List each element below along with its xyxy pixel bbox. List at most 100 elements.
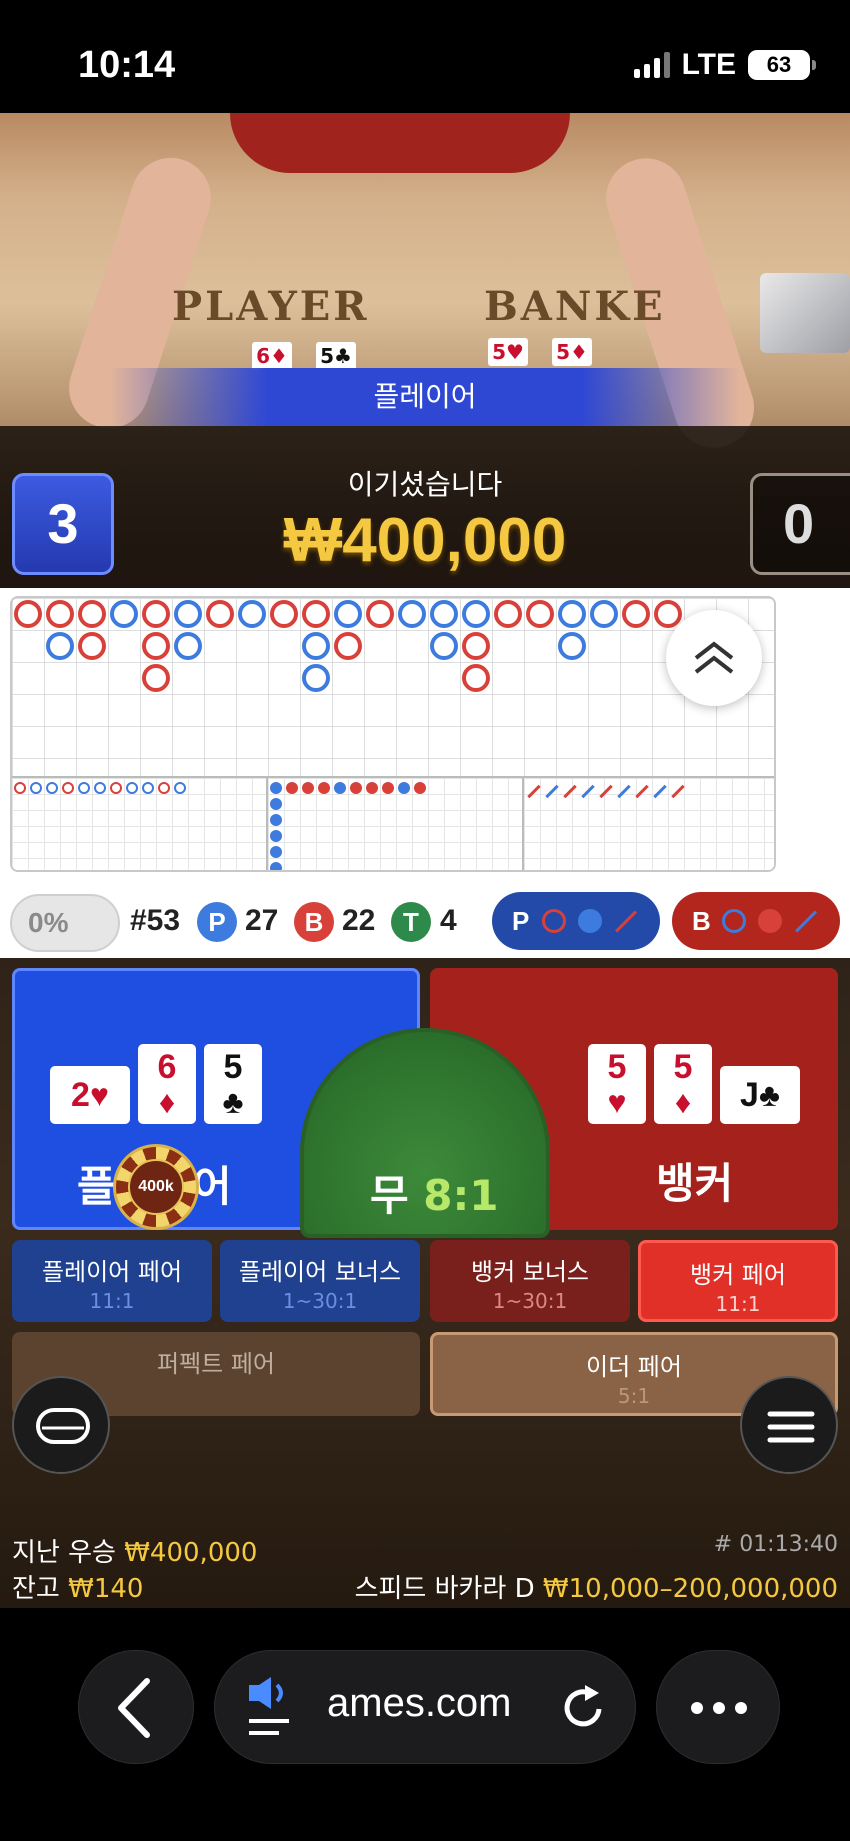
- road-divider: [522, 778, 524, 870]
- card-shoe: [760, 273, 850, 353]
- url-text: ames.com: [327, 1681, 512, 1725]
- card-suit: ♦: [674, 1084, 692, 1120]
- back-button[interactable]: [78, 1650, 194, 1764]
- big-road-ring: [398, 600, 426, 628]
- big-road-ring: [334, 600, 362, 628]
- small-road-ring: [30, 782, 42, 794]
- banker-pair-name: 뱅커 페어: [690, 1261, 786, 1289]
- dealer: [230, 113, 570, 173]
- chat-button[interactable]: [12, 1376, 110, 1474]
- balance-value: ₩140: [68, 1574, 144, 1604]
- chevron-left-icon: [118, 1678, 150, 1738]
- big-road-ring: [526, 600, 554, 628]
- ask-dot-icon: [578, 909, 602, 933]
- big-road-ring: [174, 600, 202, 628]
- banker-pair-bet[interactable]: 뱅커 페어 11:1: [638, 1240, 838, 1322]
- tie-label: 무: [370, 1171, 409, 1220]
- betting-area: 플레이어 뱅커 무 8:1 2♥6♦5♣ 5♥5♦J♣ 플레이어 페어 11:1…: [0, 958, 850, 1608]
- tie-odds: 8:1: [423, 1171, 499, 1220]
- banker-ask-button[interactable]: B: [672, 892, 840, 950]
- ask-ring-icon: [542, 909, 566, 933]
- ask-dot-icon: [758, 909, 782, 933]
- small-road-ring: [126, 782, 138, 794]
- player-bonus-odds: 1~30:1: [282, 1289, 358, 1313]
- big-road-grid: [10, 596, 776, 872]
- hamburger-menu-icon: [767, 1411, 815, 1443]
- table-card: 5♥: [488, 338, 528, 366]
- playing-card: 2♥: [50, 1066, 130, 1124]
- big-road-ring: [78, 600, 106, 628]
- menu-button[interactable]: [740, 1376, 838, 1474]
- card-suit: ♦: [158, 1084, 176, 1120]
- small-road-dot: [270, 814, 282, 826]
- ask-ring-icon: [722, 909, 746, 933]
- status-indicators: LTE 63: [633, 48, 816, 82]
- last-win-label: 지난 우승: [12, 1538, 116, 1568]
- big-road-ring: [46, 600, 74, 628]
- player-bonus-bet[interactable]: 플레이어 보너스 1~30:1: [220, 1240, 420, 1322]
- table-card: 6♦: [252, 342, 292, 370]
- small-road-ring: [174, 782, 186, 794]
- live-video: PLAYER BANKE 6♦ 5♣ 5♥ 5♦ 플레이어 3 0 이기셨습니다…: [0, 113, 850, 588]
- card-suit: ♥: [89, 1077, 109, 1113]
- big-road-ring: [14, 600, 42, 628]
- small-road-dot: [318, 782, 330, 794]
- player-pair-odds: 11:1: [89, 1289, 135, 1313]
- chat-icon: [36, 1408, 90, 1444]
- banker-ask-label: B: [692, 906, 711, 936]
- banker-badge: B: [294, 902, 334, 942]
- small-road-dot: [270, 862, 282, 870]
- big-road-ring: [430, 632, 458, 660]
- chevrons-up-icon: [694, 641, 734, 674]
- small-road-dot: [270, 782, 282, 794]
- table-card: 5♣: [316, 342, 356, 370]
- small-road-dot: [270, 830, 282, 842]
- balance: 잔고 ₩140: [12, 1568, 143, 1605]
- stats-row: 0% #53 P 27 B 22 T 4 P B: [0, 888, 850, 958]
- more-button[interactable]: [656, 1650, 780, 1764]
- win-amount: ₩400,000: [283, 506, 567, 575]
- card-suit: ♣: [758, 1077, 780, 1113]
- small-road-ring: [62, 782, 74, 794]
- small-road-ring: [110, 782, 122, 794]
- big-road-ring: [462, 632, 490, 660]
- player-ask-label: P: [512, 906, 530, 936]
- big-road-ring: [46, 632, 74, 660]
- big-road-ring: [622, 600, 650, 628]
- card-rank: 5: [223, 1048, 243, 1086]
- table-player-text: PLAYER: [172, 283, 370, 330]
- game-id: # 01:13:40: [713, 1532, 838, 1557]
- perfect-pair-name: 퍼펙트 페어: [156, 1350, 276, 1378]
- status-bar: 10:14 LTE 63: [0, 0, 850, 113]
- small-road-dot: [366, 782, 378, 794]
- table-info: 스피드 바카라 D ₩10,000–200,000,000: [355, 1568, 838, 1605]
- small-road-dot: [414, 782, 426, 794]
- address-bar[interactable]: ames.com: [214, 1650, 636, 1764]
- big-road-ring: [302, 632, 330, 660]
- table-banker-text: BANKE: [484, 283, 666, 330]
- card-rank: 6: [157, 1048, 177, 1086]
- player-ask-button[interactable]: P: [492, 892, 660, 950]
- player-bonus-name: 플레이어 보너스: [238, 1258, 402, 1286]
- small-road-ring: [142, 782, 154, 794]
- bet-limits: ₩10,000–200,000,000: [542, 1574, 838, 1604]
- playing-card: 6 ♦: [138, 1044, 196, 1124]
- big-road-ring: [654, 600, 682, 628]
- placed-chip[interactable]: 400k: [113, 1144, 199, 1230]
- big-road-ring: [142, 600, 170, 628]
- small-road-dot: [334, 782, 346, 794]
- player-pair-bet[interactable]: 플레이어 페어 11:1: [12, 1240, 212, 1322]
- ask-slash-icon: [795, 910, 817, 933]
- percent-toggle[interactable]: 0%: [10, 894, 120, 952]
- card-rank: 2: [71, 1076, 90, 1114]
- banker-bonus-bet[interactable]: 뱅커 보너스 1~30:1: [430, 1240, 630, 1322]
- player-badge: P: [197, 902, 237, 942]
- banker-bonus-odds: 1~30:1: [492, 1289, 568, 1313]
- expand-roadmap-button[interactable]: [666, 610, 762, 706]
- playing-card: 5 ♦: [654, 1044, 712, 1124]
- big-road-ring: [142, 632, 170, 660]
- percent-toggle-label: 0%: [28, 907, 69, 938]
- playing-card: J♣: [720, 1066, 800, 1124]
- last-win: 지난 우승 ₩400,000: [12, 1532, 257, 1569]
- small-road-ring: [14, 782, 26, 794]
